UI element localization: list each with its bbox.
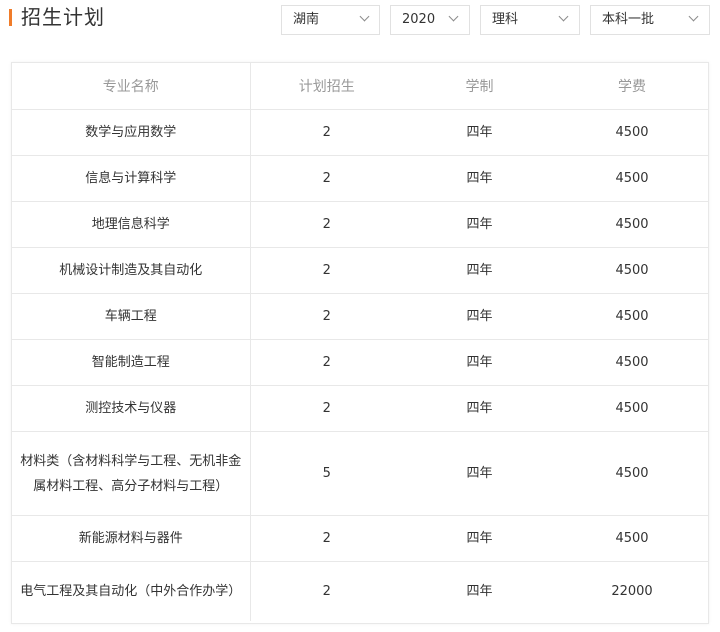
chevron-down-icon [448,11,459,22]
cell-fee: 4500 [556,431,708,516]
plan-table: 专业名称 计划招生 学制 学费 数学与应用数学 2 四年 4500 信息与计算科… [12,63,708,621]
cell-fee: 4500 [556,155,708,202]
cell-plan: 2 [250,155,403,202]
chevron-down-icon [558,11,569,22]
province-select[interactable]: 湖南 [281,5,380,35]
cell-duration: 四年 [403,515,556,562]
cell-plan: 2 [250,339,403,386]
cell-fee: 4500 [556,385,708,432]
cell-major: 测控技术与仪器 [12,385,251,432]
enrollment-plan-table: 专业名称 计划招生 学制 学费 数学与应用数学 2 四年 4500 信息与计算科… [11,62,709,624]
subject-select-value: 理科 [492,12,519,27]
cell-duration: 四年 [403,339,556,386]
table-header-row: 专业名称 计划招生 学制 学费 [12,63,708,110]
cell-fee: 22000 [611,584,653,599]
cell-duration: 四年 [403,201,556,248]
cell-plan: 2 [250,385,403,432]
column-header-fee: 学费 [556,63,708,110]
cell-major: 地理信息科学 [12,201,251,248]
table-row: 智能制造工程 2 四年 4500 [12,339,708,386]
table-row: 机械设计制造及其自动化 2 四年 4500 [12,247,708,294]
cell-duration: 四年 [403,247,556,294]
section-header: 招生计划 湖南 2020 理科 本科一批 [0,0,720,40]
page-title: 招生计划 [21,5,105,29]
cell-major: 数学与应用数学 [12,109,251,156]
batch-select-value: 本科一批 [602,12,655,27]
cell-fee: 4500 [556,201,708,248]
chevron-down-icon [688,11,699,22]
cell-plan: 2 [250,109,403,156]
subject-select[interactable]: 理科 [480,5,580,35]
cell-major: 材料类（含材料科学与工程、无机非金属材料工程、高分子材料与工程） [12,431,251,516]
column-header-major: 专业名称 [12,63,251,110]
table-row: 测控技术与仪器 2 四年 4500 [12,385,708,432]
cell-fee: 4500 [556,293,708,340]
year-select[interactable]: 2020 [390,5,470,35]
cell-duration: 四年 [403,431,556,516]
cell-duration: 四年 [403,109,556,156]
batch-select[interactable]: 本科一批 [590,5,710,35]
title-accent-bar [9,9,12,26]
cell-major: 智能制造工程 [12,339,251,386]
cell-major: 车辆工程 [12,293,251,340]
table-row: 车辆工程 2 四年 4500 [12,293,708,340]
column-header-plan: 计划招生 [250,63,403,110]
cell-duration: 四年 [466,584,493,599]
table-row: 新能源材料与器件 2 四年 4500 [12,515,708,562]
cell-duration: 四年 [403,293,556,340]
cell-plan: 2 [250,293,403,340]
table-row: 地理信息科学 2 四年 4500 [12,201,708,248]
cell-major: 信息与计算科学 [12,155,251,202]
year-select-value: 2020 [402,12,436,27]
table-row: 电气工程及其自动化（中外合作办学） 2 四年 22000 [12,561,708,621]
cell-plan: 2 [250,247,403,294]
cell-plan: 5 [250,431,403,516]
table-row: 材料类（含材料科学与工程、无机非金属材料工程、高分子材料与工程） 5 四年 45… [12,431,708,516]
cell-fee: 4500 [556,247,708,294]
cell-duration: 四年 [403,385,556,432]
table-row: 信息与计算科学 2 四年 4500 [12,155,708,202]
cell-fee: 4500 [556,339,708,386]
table-row: 数学与应用数学 2 四年 4500 [12,109,708,156]
cell-major: 机械设计制造及其自动化 [12,247,251,294]
column-header-duration: 学制 [403,63,556,110]
cell-plan: 2 [250,201,403,248]
cell-major: 新能源材料与器件 [12,515,251,562]
province-select-value: 湖南 [293,12,320,27]
cell-fee: 4500 [556,109,708,156]
chevron-down-icon [359,11,370,22]
cell-major: 电气工程及其自动化（中外合作办学） [12,561,251,621]
cell-duration: 四年 [403,155,556,202]
cell-plan: 2 [322,584,331,599]
cell-fee: 4500 [556,515,708,562]
cell-plan: 2 [250,515,403,562]
